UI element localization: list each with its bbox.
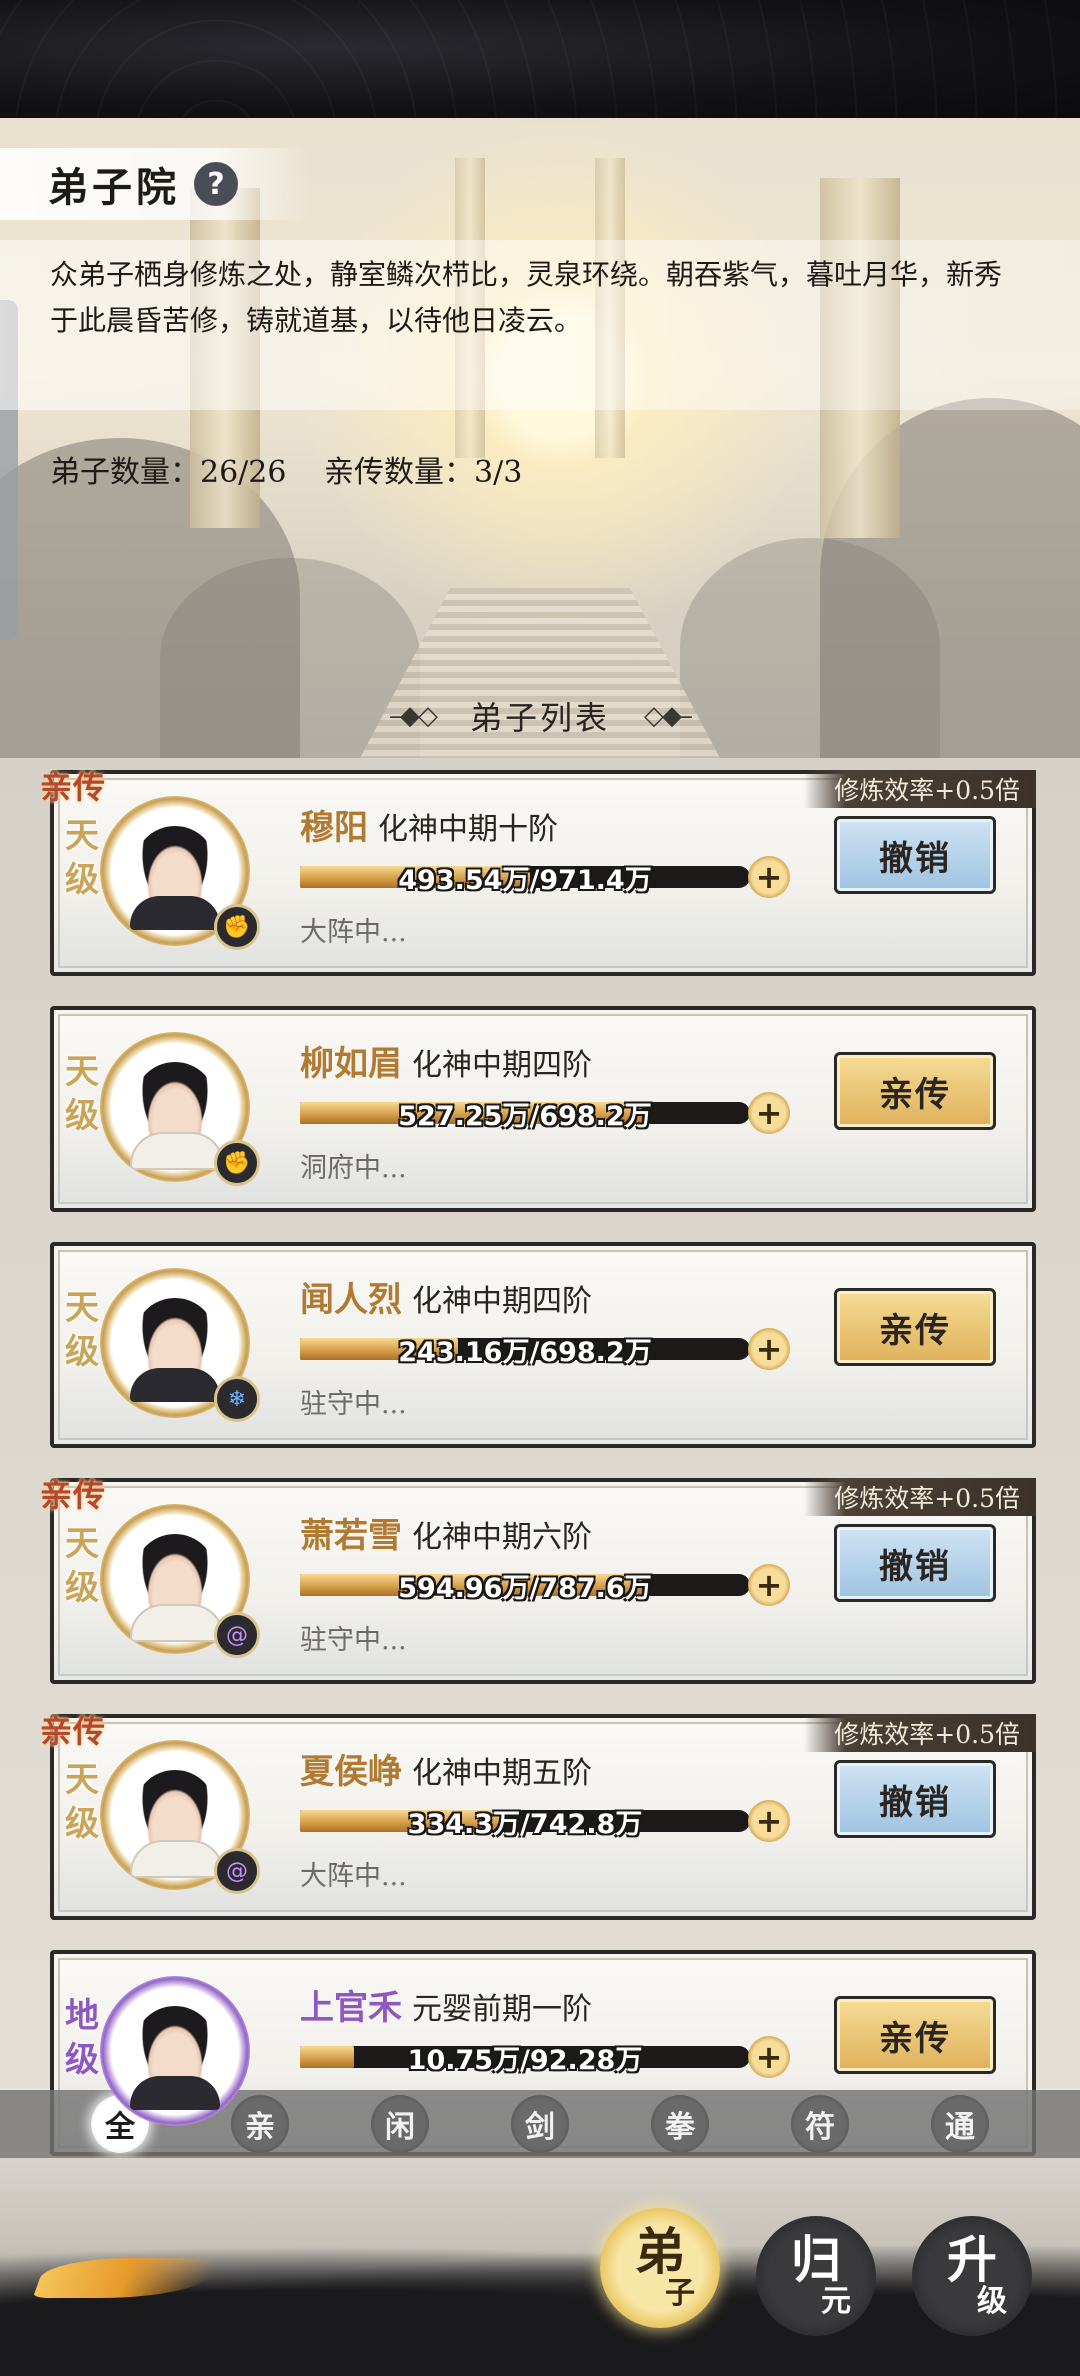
disciple-name: 闻人烈 化神中期四阶 [300,1280,592,1320]
revoke-button[interactable]: 撤销 [834,1524,996,1602]
add-cultivation-button[interactable]: + [748,856,790,898]
progress-text: 527.25万/698.2万 [398,1101,652,1132]
bottom-nav: 弟 子 归 元 升 级 [0,2158,1080,2376]
disciple-card[interactable]: 亲传 修炼效率+0.5倍 天级 @ 夏侯峥 化神中期五阶 334.3万/742.8… [40,1712,1036,1920]
nav-disciple-button[interactable]: 弟 子 [600,2208,720,2328]
realm-label: 元婴前期一阶 [412,1992,592,2027]
progress-text: 10.75万/92.28万 [407,2045,643,2076]
disciple-card[interactable]: 亲传 修炼效率+0.5倍 天级 ✊ 穆阳 化神中期十阶 493.54万/971.4… [40,768,1036,976]
page-title-box: 弟子院 ? [0,148,310,220]
rank-label: 天级 [65,1760,99,1844]
disciple-card[interactable]: 亲传 修炼效率+0.5倍 天级 @ 萧若雪 化神中期六阶 594.96万/787.… [40,1476,1036,1684]
realm-label: 化神中期四阶 [412,1048,592,1083]
nav-guiyuan-button[interactable]: 归 元 [756,2216,876,2336]
cultivation-progress-bar: 493.54万/971.4万 [300,865,750,896]
rank-label: 天级 [65,1288,99,1372]
status-text: 大阵中... [300,917,407,948]
status-text: 大阵中... [300,1861,407,1892]
top-status-strip [0,0,1080,118]
nav-upgrade-sublabel: 级 [977,2284,1007,2319]
revoke-button[interactable]: 撤销 [834,1760,996,1838]
inner-disciple-count: 亲传数量：3/3 [324,455,523,490]
filter-idle[interactable]: 闲 [371,2095,429,2153]
ornament-right-icon: ◇◆– [644,701,693,731]
avatar[interactable] [100,1976,250,2126]
progress-text: 493.54万/971.4万 [398,865,652,896]
fire-fist-icon: ✊ [214,904,260,950]
rank-label: 天级 [65,1524,99,1608]
realm-label: 化神中期六阶 [412,1520,592,1555]
inner-disciple-badge: 亲传 [40,768,107,806]
spiral-icon: @ [214,1612,260,1658]
nav-guiyuan-sublabel: 元 [821,2284,851,2319]
filter-fist[interactable]: 拳 [651,2095,709,2153]
revoke-button[interactable]: 撤销 [834,816,996,894]
cultivation-progress-bar: 594.96万/787.6万 [300,1573,750,1604]
add-cultivation-button[interactable]: + [748,1800,790,1842]
disciple-count: 弟子数量：26/26 [50,455,287,490]
make-inner-disciple-button[interactable]: 亲传 [834,1996,996,2074]
ice-sword-icon: ❄ [214,1376,260,1422]
counts-row: 弟子数量：26/26 亲传数量：3/3 [50,447,550,491]
add-cultivation-button[interactable]: + [748,1092,790,1134]
help-icon[interactable]: ? [194,162,238,206]
list-title: 弟子列表 [469,699,610,737]
add-cultivation-button[interactable]: + [748,2036,790,2078]
make-inner-disciple-button[interactable]: 亲传 [834,1052,996,1130]
disciple-list[interactable]: 亲传 修炼效率+0.5倍 天级 ✊ 穆阳 化神中期十阶 493.54万/971.4… [0,758,1080,2156]
inner-disciple-badge: 亲传 [40,1712,107,1750]
cultivation-progress-bar: 334.3万/742.8万 [300,1809,750,1840]
progress-text: 243.16万/698.2万 [398,1337,652,1368]
cultivation-progress-bar: 10.75万/92.28万 [300,2045,750,2076]
efficiency-banner: 修炼效率+0.5倍 [804,1714,1036,1752]
cultivation-progress-bar: 527.25万/698.2万 [300,1101,750,1132]
nav-disciple-label: 弟 [635,2222,685,2281]
rank-label: 天级 [65,1052,99,1136]
efficiency-banner: 修炼效率+0.5倍 [804,1478,1036,1516]
efficiency-banner: 修炼效率+0.5倍 [804,770,1036,808]
progress-text: 334.3万/742.8万 [407,1809,643,1840]
realm-label: 化神中期十阶 [378,812,558,847]
add-cultivation-button[interactable]: + [748,1328,790,1370]
nav-disciple-sublabel: 子 [665,2276,695,2311]
rank-label: 地级 [65,1996,99,2080]
status-text: 驻守中... [300,1625,407,1656]
disciple-name: 萧若雪 化神中期六阶 [300,1516,592,1556]
list-header: –◆◇ 弟子列表 ◇◆– [0,690,1080,742]
add-cultivation-button[interactable]: + [748,1564,790,1606]
nav-upgrade-label: 升 [947,2230,997,2289]
disciple-card[interactable]: 天级 ✊ 柳如眉 化神中期四阶 527.25万/698.2万 + 洞府中... 亲… [50,1006,1036,1212]
fire-fist-icon: ✊ [214,1140,260,1186]
spiral-icon: @ [214,1848,260,1894]
realm-label: 化神中期五阶 [412,1756,592,1791]
realm-label: 化神中期四阶 [412,1284,592,1319]
nav-guiyuan-label: 归 [791,2230,841,2289]
status-text: 驻守中... [300,1389,407,1420]
disciple-name: 上官禾 元婴前期一阶 [300,1988,592,2028]
cultivation-progress-bar: 243.16万/698.2万 [300,1337,750,1368]
ornament-left-icon: –◆◇ [388,701,438,731]
filter-sword[interactable]: 剑 [511,2095,569,2153]
page-title: 弟子院 [48,164,180,211]
filter-general[interactable]: 通 [931,2095,989,2153]
disciple-name: 穆阳 化神中期十阶 [300,808,558,848]
nav-upgrade-button[interactable]: 升 级 [912,2216,1032,2336]
disciple-name: 夏侯峥 化神中期五阶 [300,1752,592,1792]
progress-text: 594.96万/787.6万 [398,1573,652,1604]
filter-inner[interactable]: 亲 [231,2095,289,2153]
make-inner-disciple-button[interactable]: 亲传 [834,1288,996,1366]
filter-talisman[interactable]: 符 [791,2095,849,2153]
rank-label: 天级 [65,816,99,900]
disciple-name: 柳如眉 化神中期四阶 [300,1044,592,1084]
inner-disciple-badge: 亲传 [40,1476,107,1514]
disciple-card[interactable]: 天级 ❄ 闻人烈 化神中期四阶 243.16万/698.2万 + 驻守中... 亲… [50,1242,1036,1448]
description-text: 众弟子栖身修炼之处，静室鳞次栉比，灵泉环绕。朝吞紫气，暮吐月华，新秀于此晨昏苦修… [50,258,1003,337]
status-text: 洞府中... [300,1153,407,1184]
